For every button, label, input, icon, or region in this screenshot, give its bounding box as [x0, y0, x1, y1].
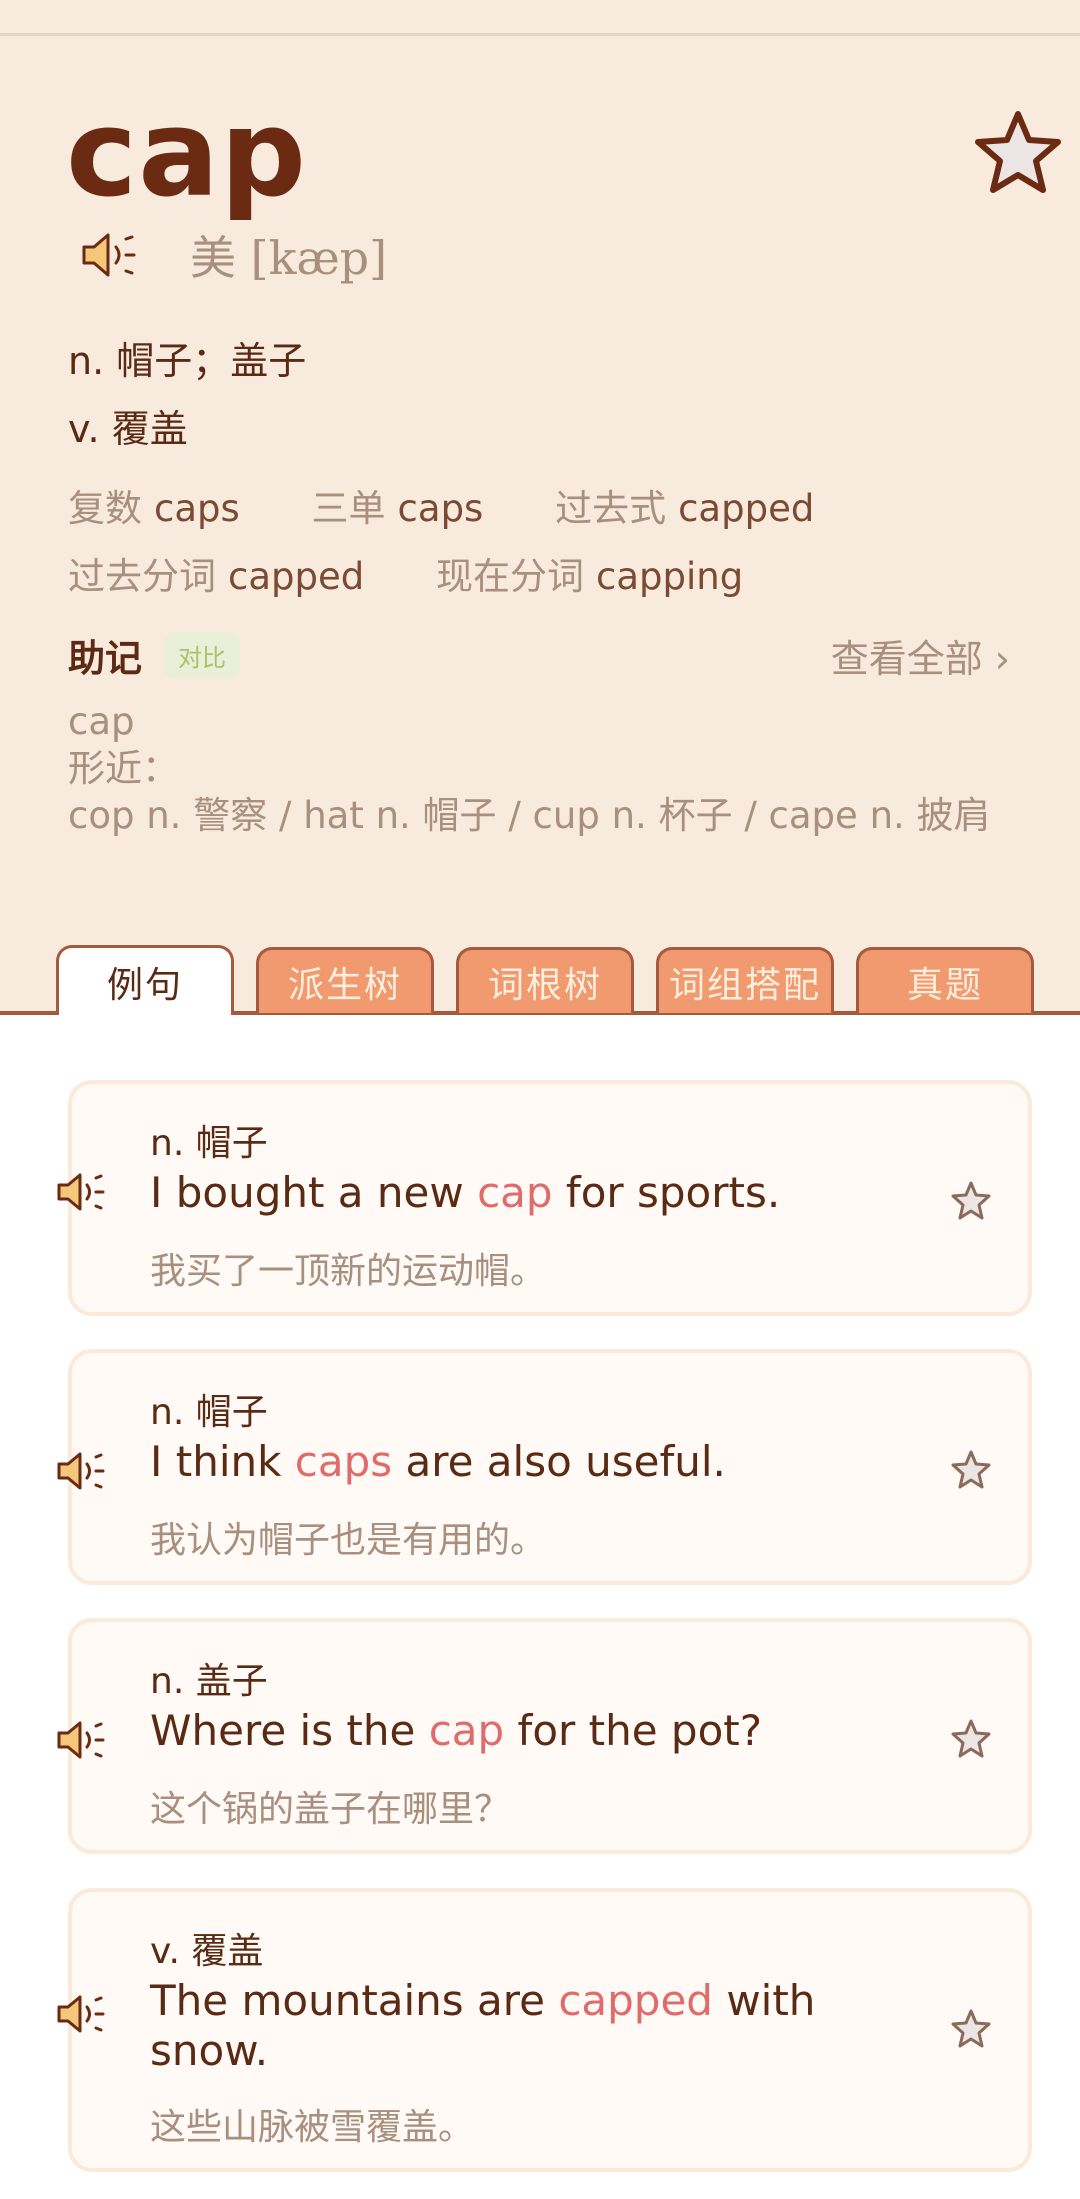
tab-examples[interactable]: 例句	[56, 945, 234, 1015]
highlight-word: capped	[558, 1976, 713, 2025]
example-card[interactable]: v. 覆盖 The mountains are capped with snow…	[57, 1888, 1032, 2172]
form-label: 复数	[68, 487, 142, 530]
form-label: 过去式	[555, 487, 667, 530]
word-forms-row-1: 复数 caps 三单 caps 过去式 capped	[68, 478, 874, 532]
example-pos: n. 帽子	[150, 1123, 268, 1164]
form-value: caps	[397, 487, 484, 530]
top-divider	[0, 33, 1080, 36]
highlight-word: caps	[294, 1437, 393, 1486]
form-label: 过去分词	[68, 555, 216, 598]
example-pos: v. 覆盖	[150, 1931, 264, 1972]
form-value: caps	[154, 487, 240, 530]
sentence-text: are also useful.	[392, 1437, 726, 1486]
speaker-icon[interactable]	[80, 229, 138, 281]
example-pos: n. 帽子	[150, 1392, 268, 1433]
favorite-star-icon[interactable]	[972, 108, 1064, 196]
tab-derivation-tree[interactable]: 派生树	[256, 947, 434, 1013]
example-translation: 我买了一顶新的运动帽。	[150, 1251, 547, 1292]
pronunciation-row: 美 [kæp]	[80, 225, 387, 285]
mnemonic-body: cap 形近： cop n. 警察 / hat n. 帽子 / cup n. 杯…	[68, 698, 1018, 839]
example-translation: 我认为帽子也是有用的。	[150, 1520, 547, 1561]
example-sentence: I bought a new cap for sports.	[150, 1168, 930, 1218]
sentence-text: for sports.	[552, 1168, 781, 1217]
star-icon[interactable]	[950, 1180, 992, 1220]
star-icon[interactable]	[950, 1718, 992, 1758]
headword: cap	[66, 85, 308, 224]
compare-badge: 对比	[164, 631, 240, 679]
highlight-word: cap	[477, 1168, 553, 1217]
star-icon[interactable]	[950, 2008, 992, 2048]
sentence-text: The mountains are	[150, 1976, 559, 2025]
star-icon[interactable]	[950, 1449, 992, 1489]
phonetic-text: 美 [kæp]	[190, 231, 388, 285]
speaker-icon[interactable]	[56, 1170, 106, 1214]
tab-phrases[interactable]: 词组搭配	[656, 947, 834, 1013]
example-sentence: I think caps are also useful.	[150, 1437, 930, 1487]
word-forms-row-2: 过去分词 capped 现在分词 capping	[68, 546, 803, 600]
speaker-icon[interactable]	[56, 1718, 106, 1762]
mnemonic-line: 形近：	[68, 747, 179, 790]
form-value: capped	[228, 555, 365, 598]
definition-noun: n. 帽子；盖子	[68, 339, 307, 383]
example-translation: 这些山脉被雪覆盖。	[150, 2107, 475, 2148]
mnemonic-header: 助记 对比	[68, 628, 240, 682]
speaker-icon[interactable]	[56, 1992, 106, 2036]
form-value: capping	[596, 555, 744, 598]
example-card[interactable]: n. 盖子 Where is the cap for the pot? 这个锅的…	[57, 1618, 1032, 1854]
sentence-text: I bought a new	[150, 1168, 478, 1217]
speaker-icon[interactable]	[56, 1449, 106, 1493]
highlight-word: cap	[428, 1706, 505, 1755]
form-label: 三单	[311, 487, 386, 530]
example-card[interactable]: n. 帽子 I bought a new cap for sports. 我买了…	[57, 1080, 1032, 1316]
mnemonic-line: cop n. 警察 / hat n. 帽子 / cup n. 杯子 / cape…	[68, 794, 991, 837]
sentence-text: I think	[150, 1437, 295, 1486]
tab-exam-questions[interactable]: 真题	[856, 947, 1034, 1013]
example-sentence: The mountains are capped with snow.	[150, 1976, 930, 2076]
mnemonic-line: cap	[68, 700, 135, 743]
sentence-text: for the pot?	[504, 1706, 763, 1755]
example-pos: n. 盖子	[150, 1661, 268, 1702]
example-card[interactable]: n. 帽子 I think caps are also useful. 我认为帽…	[57, 1349, 1032, 1585]
view-all-link[interactable]: 查看全部 ›	[831, 628, 1010, 683]
form-value: capped	[678, 487, 815, 530]
definition-verb: v. 覆盖	[68, 407, 188, 451]
mnemonic-title: 助记	[68, 637, 142, 680]
tab-root-tree[interactable]: 词根树	[456, 947, 634, 1013]
sentence-text: Where is the	[150, 1706, 429, 1755]
form-label: 现在分词	[436, 555, 585, 598]
example-translation: 这个锅的盖子在哪里？	[150, 1789, 511, 1830]
example-sentence: Where is the cap for the pot?	[150, 1706, 930, 1756]
